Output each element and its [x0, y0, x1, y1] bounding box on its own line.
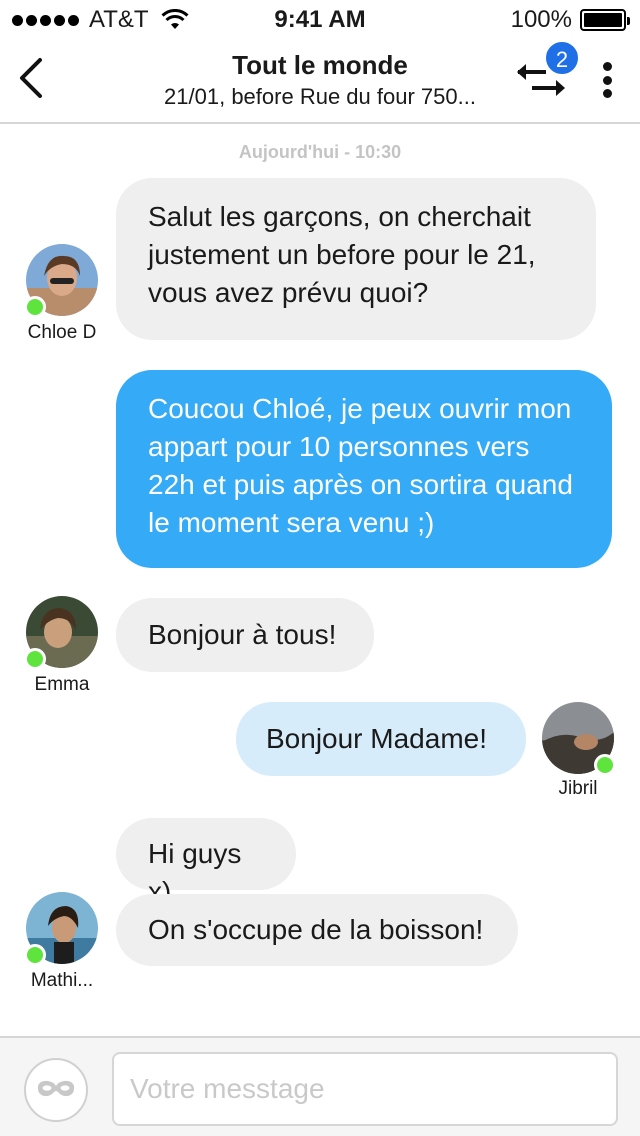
sender-name: Jibril	[558, 778, 598, 799]
message-bubble-incoming[interactable]: Salut les garçons, on cherchait justemen…	[116, 178, 596, 340]
message-bubble-outgoing[interactable]: Coucou Chloé, je peux ouvrir mon appart …	[116, 370, 612, 568]
message-bubble-incoming[interactable]: Bonjour à tous!	[116, 598, 374, 672]
mask-icon[interactable]	[24, 1058, 88, 1122]
status-bar: AT&T 9:41 AM 100%	[0, 0, 640, 40]
message-list[interactable]: Aujourd'hui - 10:30 Salut les garçons, o…	[0, 126, 640, 1036]
online-indicator	[594, 754, 616, 776]
message-bubble-outgoing[interactable]: Bonjour Madame!	[236, 702, 526, 776]
message-bubble-incoming[interactable]: Hi guys x)	[116, 818, 296, 907]
message-bubble-incoming[interactable]: On s'occupe de la boisson!	[116, 894, 518, 966]
chat-title: Tout le monde	[232, 50, 408, 80]
chevron-left-icon[interactable]	[14, 56, 48, 100]
online-indicator	[24, 296, 46, 318]
sender-name: Mathi...	[30, 970, 94, 991]
online-indicator	[24, 944, 46, 966]
chat-subtitle: 21/01, before Rue du four 750...	[164, 84, 476, 109]
online-indicator	[24, 648, 46, 670]
battery-percent: 100%	[510, 6, 572, 33]
vertical-dots-icon[interactable]	[596, 60, 618, 100]
notification-badge: 2	[544, 40, 580, 76]
composer-bar	[0, 1036, 640, 1136]
sender-name: Chloe D	[27, 322, 97, 343]
battery-icon	[580, 9, 630, 31]
date-separator: Aujourd'hui - 10:30	[238, 142, 402, 162]
message-input[interactable]	[112, 1052, 618, 1126]
battery-group: 100%	[510, 6, 630, 34]
sender-name: Emma	[34, 674, 90, 695]
chat-header: Tout le monde 21/01, before Rue du four …	[0, 40, 640, 124]
